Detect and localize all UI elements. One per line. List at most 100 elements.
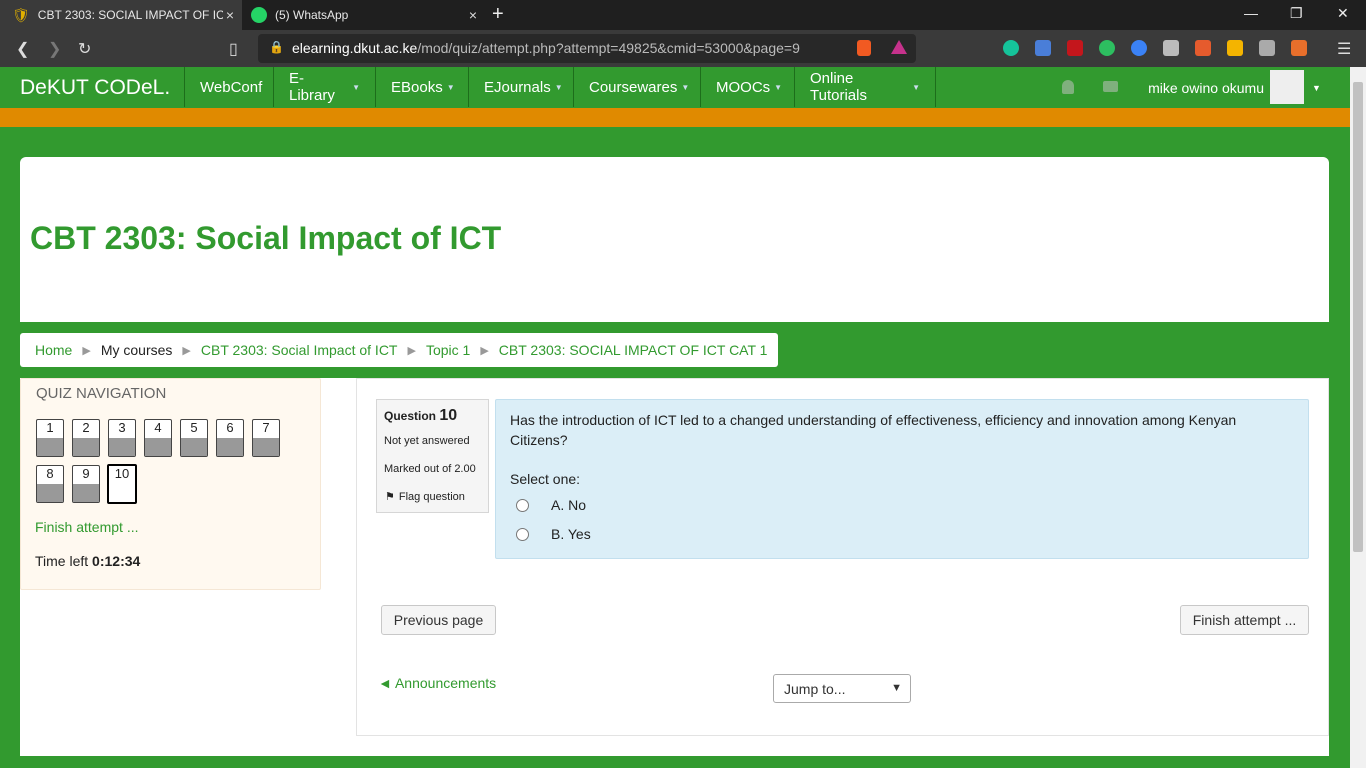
radio-button[interactable] bbox=[516, 498, 529, 512]
user-menu-caret-icon[interactable]: ▼ bbox=[1312, 83, 1321, 93]
nav-moocs[interactable]: MOOCs ▼ bbox=[700, 67, 794, 107]
caret-down-icon: ▼ bbox=[774, 82, 783, 92]
quiz-nav-button[interactable]: 7 bbox=[252, 419, 280, 457]
answer-option-label[interactable]: A. No bbox=[551, 497, 586, 513]
time-left-value: 0:12:34 bbox=[92, 553, 141, 569]
forward-icon[interactable]: ❯ bbox=[48, 39, 61, 59]
address-toolbar: ❮ ❯ ↻ ▯ 🔒 elearning.dkut.ac.ke/mod/quiz/… bbox=[0, 30, 1366, 67]
grammarly-icon[interactable] bbox=[1003, 40, 1019, 56]
tab-title: (5) WhatsApp bbox=[275, 8, 349, 22]
extension-red-icon[interactable] bbox=[1067, 40, 1083, 56]
flag-icon: ⚑ bbox=[385, 491, 395, 503]
quiz-nav-number: 5 bbox=[190, 420, 198, 435]
accent-stripe bbox=[0, 108, 1350, 127]
close-tab-icon[interactable]: × bbox=[226, 7, 234, 23]
messages-icon[interactable] bbox=[1103, 81, 1118, 92]
brave-rewards-icon[interactable] bbox=[891, 40, 907, 54]
answer-option[interactable]: A. No bbox=[516, 497, 586, 513]
close-window-button[interactable]: ✕ bbox=[1337, 5, 1349, 22]
flag-question-button[interactable]: ⚑ Flag question bbox=[385, 490, 465, 503]
quiz-nav-button[interactable]: 4 bbox=[144, 419, 172, 457]
quiz-nav-number: 7 bbox=[262, 420, 270, 435]
google-drive-icon[interactable] bbox=[1227, 40, 1243, 56]
nav-label: E-Library bbox=[289, 70, 335, 104]
site-favicon-icon: 🛡 bbox=[12, 6, 30, 23]
lock-icon: 🔒 bbox=[269, 40, 284, 54]
brave-shield-icon[interactable] bbox=[857, 40, 871, 56]
site-brand[interactable]: DeKUT CODeL. bbox=[20, 76, 170, 100]
breadcrumb-separator-icon: ▶ bbox=[182, 344, 191, 357]
avatar[interactable] bbox=[1270, 70, 1304, 104]
nav-label: Coursewares bbox=[589, 78, 678, 96]
breadcrumb-course[interactable]: CBT 2303: Social Impact of ICT bbox=[201, 342, 398, 358]
previous-page-button[interactable]: Previous page bbox=[381, 605, 496, 635]
radio-button[interactable] bbox=[516, 527, 529, 541]
tab-whatsapp[interactable]: (5) WhatsApp × bbox=[243, 0, 485, 30]
breadcrumb: Home ▶ My courses ▶ CBT 2303: Social Imp… bbox=[20, 333, 778, 367]
finish-attempt-button[interactable]: Finish attempt ... bbox=[1180, 605, 1309, 635]
new-tab-button[interactable]: + bbox=[492, 4, 504, 24]
breadcrumb-topic[interactable]: Topic 1 bbox=[426, 342, 470, 358]
notifications-bell-icon[interactable] bbox=[1062, 80, 1074, 94]
menu-icon[interactable]: ☰ bbox=[1337, 39, 1351, 59]
breadcrumb-separator-icon: ▶ bbox=[407, 344, 416, 357]
bookmark-icon[interactable]: ▯ bbox=[229, 39, 238, 59]
extension-gray-icon[interactable] bbox=[1163, 40, 1179, 56]
nav-elibrary[interactable]: E-Library ▼ bbox=[273, 67, 375, 107]
caret-down-icon: ▼ bbox=[446, 82, 455, 92]
extension-blue-icon[interactable] bbox=[1131, 40, 1147, 56]
nav-ejournals[interactable]: EJournals ▼ bbox=[468, 67, 573, 107]
finish-attempt-link[interactable]: Finish attempt ... bbox=[35, 519, 138, 535]
nav-label: EBooks bbox=[391, 78, 443, 96]
quiz-nav-button[interactable]: 1 bbox=[36, 419, 64, 457]
close-tab-icon[interactable]: × bbox=[469, 7, 477, 23]
question-content: Has the introduction of ICT led to a cha… bbox=[495, 399, 1309, 559]
announcements-link[interactable]: ◄ Announcements bbox=[378, 675, 496, 691]
quiz-nav-button[interactable]: 2 bbox=[72, 419, 100, 457]
nav-online-tutorials[interactable]: Online Tutorials ▼ bbox=[794, 67, 936, 107]
breadcrumb-quiz[interactable]: CBT 2303: SOCIAL IMPACT OF ICT CAT 1 bbox=[499, 342, 768, 358]
breadcrumb-home[interactable]: Home bbox=[35, 342, 72, 358]
scrollbar-thumb[interactable] bbox=[1353, 82, 1363, 552]
answer-option-label[interactable]: B. Yes bbox=[551, 526, 591, 542]
tab-quiz[interactable]: 🛡 CBT 2303: SOCIAL IMPACT OF ICT C × bbox=[0, 0, 242, 30]
puzzle-icon[interactable] bbox=[1291, 40, 1307, 56]
question-status: Not yet answered bbox=[384, 435, 470, 447]
restore-button[interactable]: ❐ bbox=[1290, 5, 1303, 22]
time-left: Time left 0:12:34 bbox=[35, 553, 140, 569]
quiz-nav-button[interactable]: 3 bbox=[108, 419, 136, 457]
page-title: CBT 2303: Social Impact of ICT bbox=[30, 220, 502, 256]
quiz-nav-button[interactable]: 6 bbox=[216, 419, 244, 457]
url-bar[interactable]: 🔒 elearning.dkut.ac.ke/mod/quiz/attempt.… bbox=[258, 34, 916, 63]
answer-prompt: Select one: bbox=[510, 471, 581, 487]
quiz-nav-button[interactable]: 5 bbox=[180, 419, 208, 457]
minimize-button[interactable]: — bbox=[1244, 5, 1258, 21]
evernote-icon[interactable] bbox=[1099, 40, 1115, 56]
quiz-navigation-heading: QUIZ NAVIGATION bbox=[36, 385, 167, 402]
nav-webconf[interactable]: WebConf bbox=[184, 67, 272, 107]
flag-question-label: Flag question bbox=[398, 491, 465, 503]
caret-down-icon: ▼ bbox=[912, 82, 920, 92]
translate-icon[interactable] bbox=[1035, 40, 1051, 56]
breadcrumb-separator-icon: ▶ bbox=[480, 344, 489, 357]
quiz-nav-button[interactable]: 8 bbox=[36, 465, 64, 503]
browser-tab-bar: 🛡 CBT 2303: SOCIAL IMPACT OF ICT C × (5)… bbox=[0, 0, 1366, 30]
user-name[interactable]: mike owino okumu bbox=[1148, 80, 1264, 96]
question-text: Has the introduction of ICT led to a cha… bbox=[510, 412, 1237, 448]
answer-option[interactable]: B. Yes bbox=[516, 526, 591, 542]
chevron-down-icon: ▼ bbox=[891, 682, 902, 694]
quiz-nav-button[interactable]: 9 bbox=[72, 465, 100, 503]
caret-down-icon: ▼ bbox=[554, 82, 563, 92]
jump-to-select[interactable]: Jump to... ▼ bbox=[773, 674, 911, 703]
nav-ebooks[interactable]: EBooks ▼ bbox=[375, 67, 468, 107]
nav-coursewares[interactable]: Coursewares ▼ bbox=[573, 67, 700, 107]
shield-icon[interactable] bbox=[1259, 40, 1275, 56]
quiz-nav-button-current[interactable]: 10 bbox=[107, 464, 137, 504]
time-left-label: Time left bbox=[35, 553, 89, 569]
url-host: elearning.dkut.ac.ke bbox=[292, 40, 418, 56]
nav-label: WebConf bbox=[200, 78, 263, 96]
reload-icon[interactable]: ↻ bbox=[78, 39, 91, 59]
site-navbar: DeKUT CODeL. WebConf E-Library ▼ EBooks ▼ … bbox=[0, 67, 1350, 108]
back-icon[interactable]: ❮ bbox=[16, 39, 29, 59]
office-icon[interactable] bbox=[1195, 40, 1211, 56]
